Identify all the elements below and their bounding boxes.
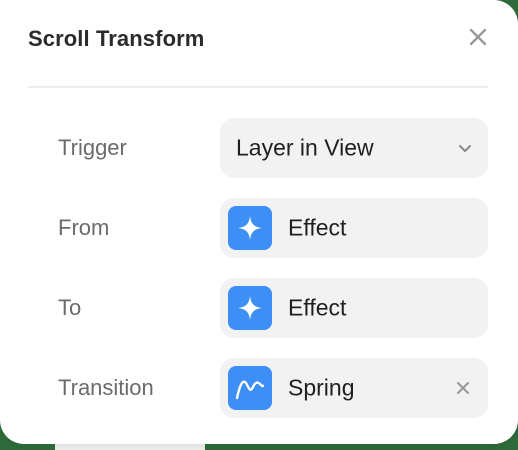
from-effect-field[interactable]: Effect xyxy=(220,198,488,258)
row-transition: Transition Spring xyxy=(58,358,488,418)
to-value: Effect xyxy=(288,294,347,321)
transition-field[interactable]: Spring xyxy=(220,358,488,418)
trigger-select[interactable]: Layer in View xyxy=(220,118,488,178)
clear-transition-button[interactable] xyxy=(454,379,472,397)
from-value: Effect xyxy=(288,214,347,241)
panel-title: Scroll Transform xyxy=(28,26,205,51)
close-button[interactable] xyxy=(466,25,490,49)
sparkle-icon xyxy=(228,286,272,330)
transition-value: Spring xyxy=(288,374,355,401)
scroll-transform-panel: Scroll Transform Trigger Layer in View F… xyxy=(0,0,518,444)
close-icon xyxy=(456,381,470,395)
trigger-value: Layer in View xyxy=(236,134,374,161)
to-label: To xyxy=(58,295,82,320)
close-icon xyxy=(469,28,487,46)
to-effect-field[interactable]: Effect xyxy=(220,278,488,338)
panel-header: Scroll Transform xyxy=(28,22,490,58)
trigger-label: Trigger xyxy=(58,135,127,160)
header-divider xyxy=(28,86,488,88)
sparkle-icon xyxy=(228,206,272,250)
row-to: To Effect xyxy=(58,278,488,338)
chevron-down-icon xyxy=(459,145,471,152)
from-label: From xyxy=(58,215,110,240)
transition-label: Transition xyxy=(58,375,154,400)
row-trigger: Trigger Layer in View xyxy=(58,118,488,178)
row-from: From Effect xyxy=(58,198,488,258)
spring-curve-icon xyxy=(228,366,272,410)
